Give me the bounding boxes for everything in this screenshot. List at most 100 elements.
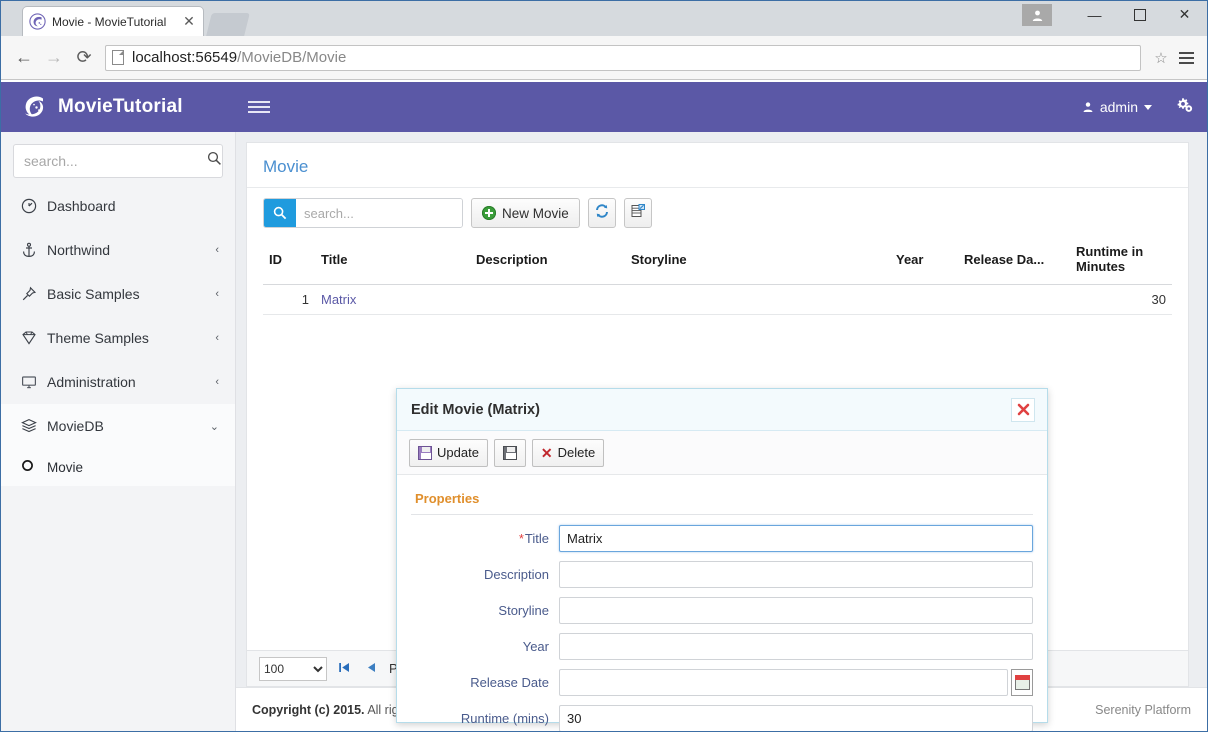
dialog-header: Edit Movie (Matrix): [397, 389, 1047, 431]
forward-button[interactable]: →: [39, 43, 69, 73]
search-icon[interactable]: [207, 151, 222, 171]
field-label-text: Title: [524, 531, 549, 546]
edit-movie-dialog: Edit Movie (Matrix) Update ✕ Delete Prop…: [396, 388, 1048, 731]
cell-storyline: [625, 284, 890, 315]
grid-table: ID Title Description Storyline Year Rele…: [263, 238, 1172, 315]
field-wrap-year: [559, 633, 1033, 660]
sidebar: Dashboard Northwind ‹ Basic Samples ‹: [1, 132, 236, 731]
page-info-icon: [112, 50, 124, 65]
user-avatar-icon[interactable]: [1022, 4, 1052, 26]
field-row-description: Description: [411, 561, 1033, 588]
col-header-id[interactable]: ID: [263, 238, 315, 285]
close-icon[interactable]: [1011, 397, 1035, 422]
sidebar-item-dashboard[interactable]: Dashboard: [1, 184, 235, 228]
reload-button[interactable]: ⟳: [69, 43, 99, 73]
brand-logo-area[interactable]: MovieTutorial: [1, 82, 236, 132]
browser-titlebar: Movie - MovieTutorial ✕ — ✕: [1, 1, 1207, 36]
calendar-icon[interactable]: [1011, 669, 1033, 696]
field-wrap-runtime: [559, 705, 1033, 731]
col-header-storyline[interactable]: Storyline: [625, 238, 890, 285]
cell-year: [890, 284, 958, 315]
grid-header-row: ID Title Description Storyline Year Rele…: [263, 238, 1172, 285]
serenity-swirl-icon: [19, 92, 49, 122]
field-label-release-date: Release Date: [470, 675, 549, 690]
update-button[interactable]: Update: [409, 438, 488, 467]
field-wrap-description: [559, 561, 1033, 588]
field-wrap-release-date: [559, 669, 1033, 696]
col-header-title[interactable]: Title: [315, 238, 470, 285]
sidebar-item-administration[interactable]: Administration ‹: [1, 360, 235, 404]
prev-page-button[interactable]: [362, 661, 381, 677]
sidebar-item-northwind[interactable]: Northwind ‹: [1, 228, 235, 272]
browser-menu-icon[interactable]: [1173, 51, 1199, 64]
col-header-runtime[interactable]: Runtime in Minutes: [1070, 238, 1172, 285]
sidebar-toggle-icon[interactable]: [248, 101, 270, 113]
runtime-input[interactable]: [559, 705, 1033, 731]
col-header-year[interactable]: Year: [890, 238, 958, 285]
brand-title: MovieTutorial: [58, 96, 183, 117]
sidebar-search-input[interactable]: [22, 152, 207, 170]
storyline-input[interactable]: [559, 597, 1033, 624]
sidebar-item-theme-samples[interactable]: Theme Samples ‹: [1, 316, 235, 360]
refresh-button[interactable]: [587, 198, 616, 228]
search-icon[interactable]: [264, 199, 296, 227]
new-movie-button[interactable]: New Movie: [471, 198, 580, 228]
minimize-button[interactable]: —: [1072, 1, 1117, 28]
col-header-description[interactable]: Description: [470, 238, 625, 285]
field-label-runtime: Runtime (mins): [460, 711, 549, 726]
field-row-year: Year: [411, 633, 1033, 660]
tab-title: Movie - MovieTutorial: [52, 14, 167, 29]
sidebar-item-movie[interactable]: Movie: [1, 448, 235, 486]
app-header-right: admin: [1082, 82, 1193, 132]
sidebar-item-label: Northwind: [47, 242, 111, 258]
sidebar-item-label: Basic Samples: [47, 286, 140, 302]
chevron-icon: ‹: [215, 332, 219, 344]
description-input[interactable]: [559, 561, 1033, 588]
movie-title-link[interactable]: Matrix: [321, 292, 356, 307]
anchor-icon: [21, 242, 47, 258]
save-and-close-button[interactable]: [493, 438, 526, 467]
back-button[interactable]: ←: [9, 43, 39, 73]
browser-navbar: ← → ⟳ localhost:56549/MovieDB/Movie ☆: [1, 36, 1207, 80]
tab-close-icon[interactable]: ✕: [181, 14, 197, 30]
release-date-input[interactable]: [559, 669, 1008, 696]
settings-gear-icon[interactable]: [1176, 97, 1193, 118]
sidebar-search[interactable]: [13, 144, 223, 178]
chevron-down-icon: [1144, 104, 1152, 110]
new-movie-label: New Movie: [502, 205, 569, 221]
sidebar-item-basic-samples[interactable]: Basic Samples ‹: [1, 272, 235, 316]
field-label-storyline: Storyline: [498, 603, 549, 618]
col-header-release-date[interactable]: Release Da...: [958, 238, 1070, 285]
cell-title: Matrix: [315, 284, 470, 315]
address-bar[interactable]: localhost:56549/MovieDB/Movie: [105, 44, 1141, 71]
column-picker-button[interactable]: [623, 198, 652, 228]
delete-button[interactable]: ✕ Delete: [531, 438, 605, 467]
field-label-title: *Title: [411, 531, 559, 546]
cell-release-date: [958, 284, 1070, 315]
diamond-icon: [21, 330, 47, 346]
close-window-button[interactable]: ✕: [1162, 1, 1207, 28]
bookmark-star-icon[interactable]: ☆: [1149, 49, 1173, 67]
sidebar-item-moviedb[interactable]: MovieDB ⌄: [1, 404, 235, 448]
year-input[interactable]: [559, 633, 1033, 660]
cell-description: [470, 284, 625, 315]
first-page-button[interactable]: [335, 661, 354, 677]
new-tab-button[interactable]: [206, 13, 250, 36]
table-row[interactable]: 1 Matrix 30: [263, 284, 1172, 315]
grid-toolbar: New Movie: [247, 188, 1188, 238]
maximize-button[interactable]: [1117, 1, 1162, 28]
user-menu[interactable]: admin: [1082, 99, 1152, 115]
grid-search-input[interactable]: [296, 199, 462, 227]
field-row-runtime: Runtime (mins): [411, 705, 1033, 731]
browser-tab[interactable]: Movie - MovieTutorial ✕: [23, 7, 203, 36]
page-size-select[interactable]: 100: [259, 656, 327, 681]
movie-grid: ID Title Description Storyline Year Rele…: [263, 238, 1172, 315]
cell-id: 1: [263, 284, 315, 315]
sidebar-item-label: MovieDB: [47, 418, 104, 434]
sidebar-item-label: Dashboard: [47, 198, 116, 214]
field-row-storyline: Storyline: [411, 597, 1033, 624]
sidebar-subitem-label: Movie: [47, 459, 84, 475]
title-input[interactable]: [559, 525, 1033, 552]
dialog-title: Edit Movie (Matrix): [411, 401, 540, 418]
grid-search[interactable]: [263, 198, 463, 228]
